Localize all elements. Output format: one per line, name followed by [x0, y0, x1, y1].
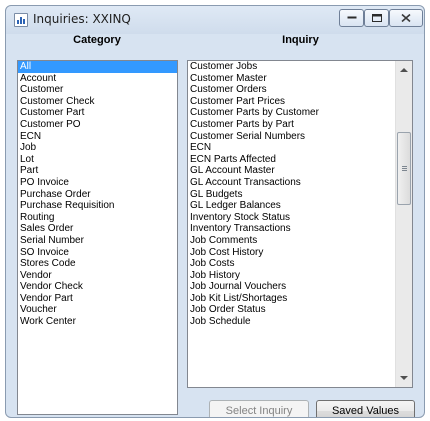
list-item[interactable]: GL Ledger Balances	[188, 200, 395, 212]
category-listbox[interactable]: All Account Customer Customer Check Customer…	[17, 60, 178, 415]
list-item[interactable]: Job Comments	[188, 235, 395, 247]
list-item[interactable]: Job Cost History	[188, 247, 395, 259]
list-item[interactable]: Vendor Part	[18, 293, 177, 305]
close-icon	[401, 13, 411, 23]
list-item[interactable]: Purchase Order	[18, 189, 177, 201]
scroll-thumb[interactable]	[397, 132, 411, 205]
list-item[interactable]: Job Costs	[188, 258, 395, 270]
list-item[interactable]: ECN	[18, 131, 177, 143]
list-item[interactable]: Purchase Requisition	[18, 200, 177, 212]
list-item[interactable]: Sales Order	[18, 223, 177, 235]
list-item[interactable]: Job Journal Vouchers	[188, 281, 395, 293]
window-app-icon	[14, 13, 28, 27]
list-item[interactable]: GL Account Master	[188, 165, 395, 177]
list-item[interactable]: Work Center	[18, 316, 177, 328]
list-item[interactable]: Vendor Check	[18, 281, 177, 293]
list-item[interactable]: Customer Jobs	[188, 61, 395, 73]
list-item[interactable]: Lot	[18, 154, 177, 166]
window-title: Inquiries: XXINQ	[33, 12, 131, 26]
maximize-button[interactable]	[364, 9, 389, 27]
list-item[interactable]: Customer PO	[18, 119, 177, 131]
close-button[interactable]	[389, 9, 423, 27]
list-item[interactable]: GL Account Transactions	[188, 177, 395, 189]
list-item[interactable]: Job Kit List/Shortages	[188, 293, 395, 305]
list-item[interactable]: PO Invoice	[18, 177, 177, 189]
title-bar[interactable]: Inquiries: XXINQ	[6, 6, 424, 34]
scroll-down-button[interactable]	[396, 370, 412, 387]
inquiries-window: Inquiries: XXINQ Category Inquiry All Acc…	[5, 5, 425, 418]
list-item[interactable]: Customer Serial Numbers	[188, 131, 395, 143]
list-item[interactable]: Job	[18, 142, 177, 154]
list-item[interactable]: Account	[18, 73, 177, 85]
saved-values-button[interactable]: Saved Values	[316, 400, 415, 417]
list-item[interactable]: Stores Code	[18, 258, 177, 270]
minimize-icon	[347, 16, 356, 19]
list-item[interactable]: All	[18, 61, 177, 73]
list-item[interactable]: Part	[18, 165, 177, 177]
list-item[interactable]: Customer Part Prices	[188, 96, 395, 108]
select-inquiry-button[interactable]: Select Inquiry	[209, 400, 309, 417]
list-item[interactable]: Job History	[188, 270, 395, 282]
list-item[interactable]: Customer Orders	[188, 84, 395, 96]
list-item[interactable]: Customer Master	[188, 73, 395, 85]
chevron-down-icon	[400, 376, 408, 380]
scroll-up-button[interactable]	[396, 61, 412, 78]
window-client: Category Inquiry All Account Customer Custo…	[13, 34, 419, 417]
minimize-button[interactable]	[339, 9, 364, 27]
list-item[interactable]: SO Invoice	[18, 247, 177, 259]
list-item[interactable]: Job Schedule	[188, 316, 395, 328]
maximize-icon	[371, 14, 382, 22]
category-header: Category	[73, 34, 121, 46]
list-item[interactable]: Job Order Status	[188, 304, 395, 316]
list-item[interactable]: Customer Check	[18, 96, 177, 108]
list-item[interactable]: Customer Parts by Part	[188, 119, 395, 131]
list-item[interactable]: Routing	[18, 212, 177, 224]
list-item[interactable]: Serial Number	[18, 235, 177, 247]
list-item[interactable]: Voucher	[18, 304, 177, 316]
list-item[interactable]: ECN	[188, 142, 395, 154]
list-item[interactable]: Customer Part	[18, 107, 177, 119]
list-item[interactable]: Customer	[18, 84, 177, 96]
chevron-up-icon	[400, 68, 408, 72]
inquiry-header: Inquiry	[282, 34, 319, 46]
list-item[interactable]: Inventory Transactions	[188, 223, 395, 235]
list-item[interactable]: Vendor	[18, 270, 177, 282]
list-item[interactable]: Customer Parts by Customer	[188, 107, 395, 119]
list-item[interactable]: GL Budgets	[188, 189, 395, 201]
inquiry-scrollbar[interactable]	[395, 61, 412, 387]
list-item[interactable]: ECN Parts Affected	[188, 154, 395, 166]
inquiry-listbox[interactable]: Customer Jobs Customer Master Customer Ord…	[187, 60, 413, 388]
list-item[interactable]: Inventory Stock Status	[188, 212, 395, 224]
